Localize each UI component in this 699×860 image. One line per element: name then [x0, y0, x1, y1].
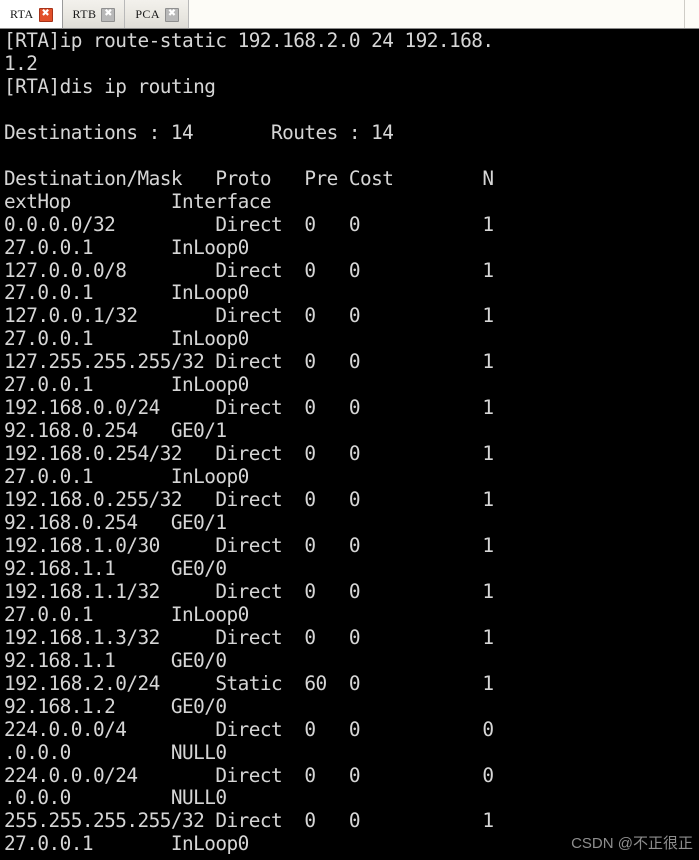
tab-label: RTA	[10, 7, 34, 21]
close-icon[interactable]: ✖	[101, 7, 116, 22]
terminal-console[interactable]: [RTA]ip route-static 192.168.2.0 24 192.…	[0, 29, 699, 860]
tab-bar-endcap	[685, 0, 699, 28]
tab-bar: RTA ✖ RTB ✖ PCA ✖	[0, 0, 699, 29]
tab-rta[interactable]: RTA ✖	[0, 0, 63, 28]
tab-rtb[interactable]: RTB ✖	[62, 0, 126, 28]
close-icon[interactable]: ✖	[164, 7, 179, 22]
tab-pca[interactable]: PCA ✖	[125, 0, 189, 28]
terminal-output: [RTA]ip route-static 192.168.2.0 24 192.…	[4, 29, 494, 856]
tab-label: PCA	[135, 7, 160, 21]
watermark: CSDN @不正很正	[571, 835, 693, 852]
close-icon[interactable]: ✖	[38, 7, 53, 22]
tab-bar-empty-area	[188, 0, 685, 28]
tab-label: RTB	[72, 7, 97, 21]
